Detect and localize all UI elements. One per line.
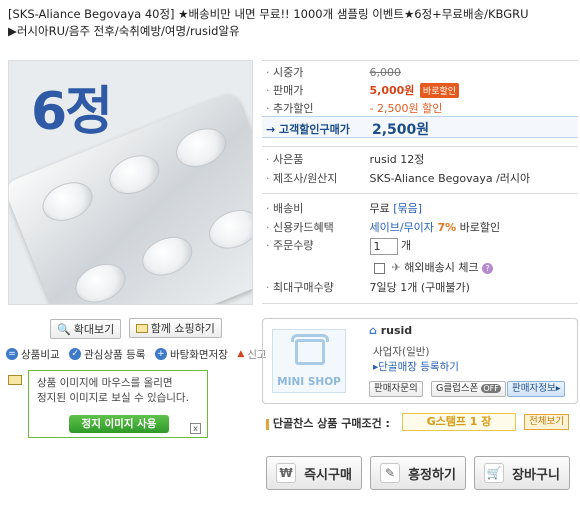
max-qty-label: 최대구매수량 [266,279,366,295]
sale-price-value: 5,000원 [369,84,415,97]
seller-name[interactable]: ⌂ rusid [369,324,412,337]
market-price-label: 시중가 [266,64,366,80]
seller-name-text: rusid [380,324,413,337]
seller-info-button[interactable]: 판매자정보▸ [507,381,566,397]
max-qty-value: 7일당 1개 (구매불가) [369,281,470,294]
extra-discount-value: - 2,500원 할인 [369,102,443,115]
cart-button[interactable]: 🛒 장바구니 [474,456,570,490]
won-icon: ₩ [276,463,297,483]
image-badge-text: 6정 [31,82,113,142]
desktop-save-label: 바탕화면저장 [169,348,228,361]
negotiate-icon: ✎ [380,463,401,483]
desktop-save-link[interactable]: + 바탕화면저장 [154,347,228,362]
final-price-value: 2,500원 [372,122,430,138]
share-shopping-button[interactable]: 함께 쇼핑하기 [128,318,222,338]
house-icon [295,339,325,365]
cart-icon: 🛒 [484,463,505,483]
stamp-label-text: 단골찬스 상품 구매조건 : [272,417,390,430]
compare-label: 상품비교 [21,348,60,361]
mail-icon [135,323,148,333]
negotiate-button[interactable]: ✎ 흥정하기 [370,456,466,490]
final-price-label: → 고객할인구매가 [266,123,350,136]
quantity-unit: 개 [401,239,412,252]
sale-price-row: 판매가 5,000원 바로할인 [266,82,460,98]
wishlist-label: 관심상품 등록 [84,348,146,361]
maker-value: SKS-Aliance Begovaya /러시아 [369,172,531,185]
card-benefit-label: 신용카드혜택 [266,219,366,235]
product-image[interactable]: 6정 [8,60,253,305]
check-icon: ✓ [69,348,82,360]
max-qty-row: 최대구매수량 7일당 1개 (구매불가) [266,279,470,295]
overseas-label: 해외배송시 체크 [404,261,479,274]
buy-now-label: 즉시구매 [304,467,352,483]
zoom-button[interactable]: 🔍 확대보기 [50,319,122,339]
extra-discount-row: 추가할인 - 2,500원 할인 [266,100,442,116]
mini-shop-label: MINI SHOP [277,376,341,388]
quantity-label: 주문수량 [266,237,366,253]
tooltip-close-icon[interactable]: x [190,423,201,434]
tooltip-line1: 상품 이미지에 마우스를 올리면 [37,377,173,389]
plus-icon: + [154,348,167,360]
seller-grade: 사업자(일반) [373,346,430,358]
quantity-row: 주문수량 1 개 [266,237,411,255]
final-price-label-text: 고객할인구매가 [279,123,350,136]
coupon-badge[interactable]: 바로할인 [419,83,460,98]
extra-discount-label: 추가할인 [266,100,366,116]
card-benefit-row: 신용카드혜택 세이브/무이자 7% 바로할인 [266,219,500,235]
final-price-row: → 고객할인구매가 2,500원 [262,116,578,138]
overseas-checkbox[interactable] [374,262,385,274]
market-price-value: 6,000 [369,66,402,79]
buy-now-button[interactable]: ₩ 즉시구매 [266,456,362,490]
shipping-bundle-link[interactable]: [묶음] [393,202,422,215]
compare-link[interactable]: = 상품비교 [6,347,60,362]
share-shopping-label: 함께 쇼핑하기 [150,322,215,335]
seller-inquiry-button[interactable]: 판매자문의 [369,381,423,397]
zoom-button-label: 확대보기 [73,323,115,336]
plane-icon: ✈ [391,261,401,274]
mini-shop-logo[interactable]: MINI SHOP [272,329,346,393]
gift-label: 사은품 [266,151,366,167]
gift-row: 사은품 rusid 12정 [266,151,424,167]
stamp-value: G스탬프 1 장 [402,413,516,431]
negotiate-label: 흥정하기 [408,467,456,483]
magnifier-icon: 🔍 [57,322,71,336]
shipping-row: 배송비 무료 [묶음] [266,200,422,216]
gift-value: rusid 12정 [369,153,425,166]
card-benefit-suffix: 바로할인 [459,221,501,234]
siren-icon: ▲ [237,349,245,359]
overseas-row: ✈ 해외배송시 체크 ? [374,259,494,275]
shop-icon: ⌂ [369,324,377,337]
help-icon[interactable]: ? [482,262,494,274]
product-links: = 상품비교 ✓ 관심상품 등록 + 바탕화면저장 ▲ 신고 [6,346,273,362]
maker-row: 제조사/원산지 SKS-Aliance Begovaya /러시아 [266,170,530,186]
product-title-line1: [SKS-Aliance Begovaya 40정] ★배송비만 내면 무료!!… [8,7,529,21]
stamp-view-all-button[interactable]: 전체보기 [524,414,569,430]
stamp-label: 단골찬스 상품 구매조건 : [266,415,390,431]
envelope-icon [8,375,22,385]
maker-label: 제조사/원산지 [266,170,366,186]
shipping-value: 무료 [369,202,390,215]
favorite-shop-link[interactable]: ▸단골매장 등록하기 [373,359,459,374]
tooltip-line2: 정지된 이미지로 보실 수 있습니다. [37,392,189,404]
gclub-off-tag: OFF [481,384,501,393]
product-title-line2: ▶러시아RU/음주 전후/숙취예방/여명/rusid알유 [8,24,240,38]
image-button-bar: 🔍 확대보기 함께 쇼핑하기 [50,318,226,339]
sale-price-label: 판매가 [266,82,366,98]
wishlist-link[interactable]: ✓ 관심상품 등록 [69,347,145,362]
card-benefit-pct: 7% [437,221,457,234]
gclub-label: G클럽스폰 [436,383,479,394]
stamp-marker-icon [266,418,269,430]
still-image-button[interactable]: 정지 이미지 사용 [69,415,169,433]
market-price-row: 시중가 6,000 [266,64,401,80]
card-benefit-value[interactable]: 세이브/무이자 [370,221,434,234]
product-title: [SKS-Aliance Begovaya 40정] ★배송비만 내면 무료!!… [8,6,574,40]
cart-label: 장바구니 [512,467,560,483]
quantity-input[interactable]: 1 [369,237,398,255]
stamp-row: 단골찬스 상품 구매조건 : G스탬프 1 장 전체보기 [262,413,578,433]
shipping-label: 배송비 [266,200,366,216]
gclub-button[interactable]: G클럽스폰 OFF [431,381,506,397]
compare-icon: = [6,348,18,360]
still-image-tooltip: 상품 이미지에 마우스를 올리면 정지된 이미지로 보실 수 있습니다. 정지 … [28,370,208,438]
seller-box: MINI SHOP ⌂ rusid 사업자(일반) ▸단골매장 등록하기 판매자… [262,318,578,404]
